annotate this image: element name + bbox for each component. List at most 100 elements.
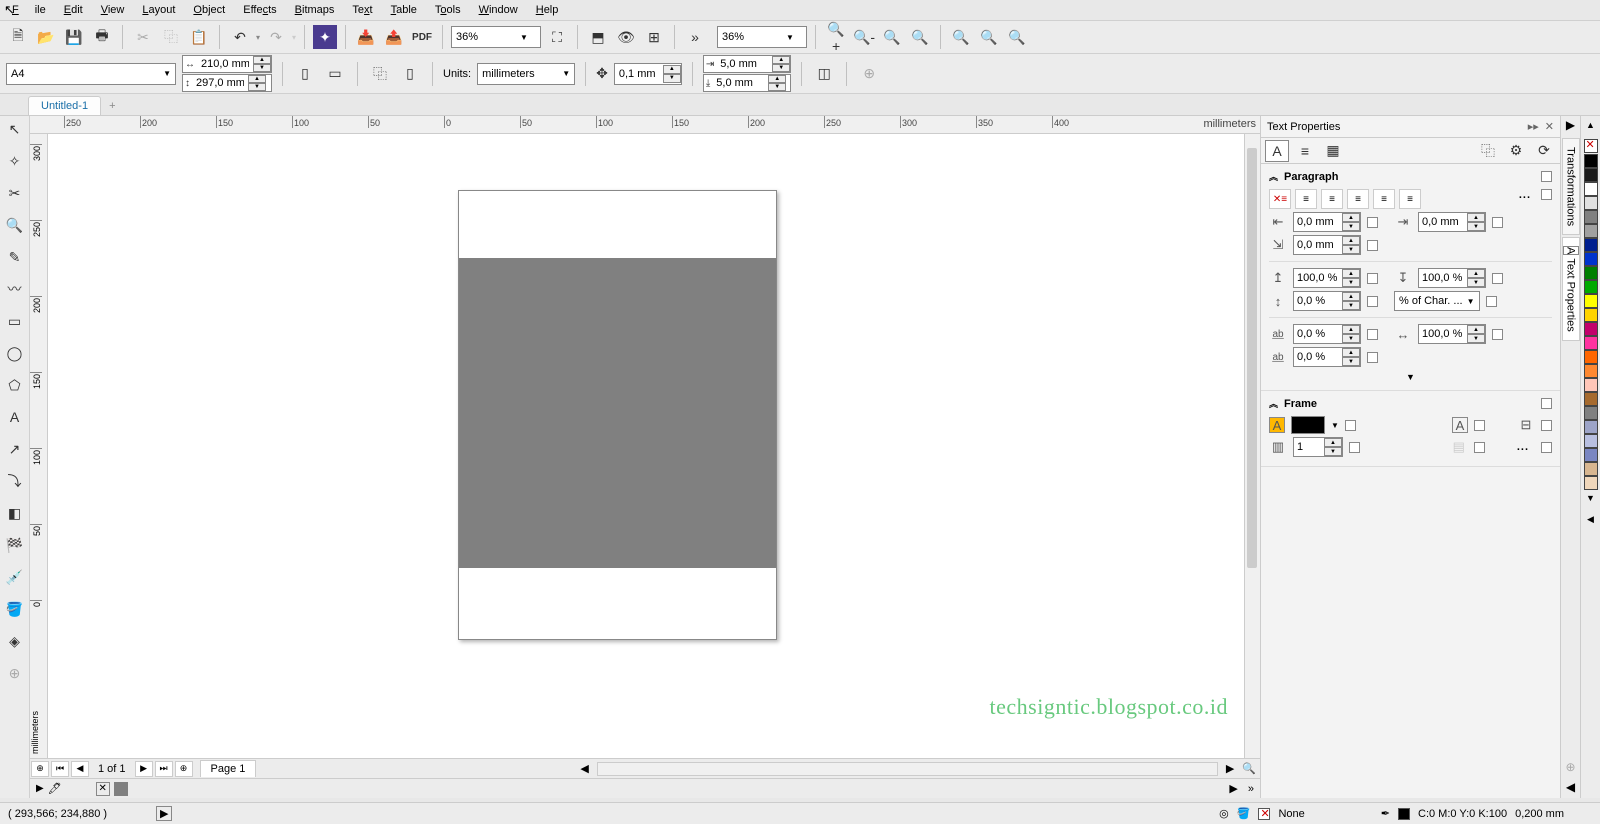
undo-button[interactable]: ↶: [228, 25, 252, 49]
guides-button[interactable]: ⊞: [642, 25, 666, 49]
hint-overflow[interactable]: »: [1248, 783, 1254, 795]
full-screen-button[interactable]: ⛶: [545, 25, 569, 49]
align-justify-button[interactable]: ≡: [1373, 189, 1395, 209]
color-swatch[interactable]: [1584, 308, 1598, 322]
play-icon[interactable]: ▶: [156, 806, 172, 821]
color-swatch[interactable]: [1584, 294, 1598, 308]
rectangle-tool[interactable]: ▭: [3, 310, 27, 332]
add-docker-icon[interactable]: ⊕: [1563, 760, 1579, 776]
align-center-button[interactable]: ≡: [1321, 189, 1343, 209]
lang-spacing-input[interactable]: ▲▼: [1293, 347, 1361, 367]
gray-fill-swatch[interactable]: [114, 782, 128, 796]
show-rulers-button[interactable]: 👁: [614, 25, 638, 49]
color-swatch[interactable]: [1584, 224, 1598, 238]
menu-layout[interactable]: Layout: [134, 2, 183, 18]
hint-scroll-right[interactable]: ▶: [1229, 782, 1237, 795]
treat-as-filled-button[interactable]: ◫: [812, 62, 836, 86]
crop-tool[interactable]: ✂: [3, 182, 27, 204]
lock-checkbox[interactable]: [1474, 420, 1485, 431]
prev-page-button[interactable]: ◀: [71, 761, 89, 777]
menu-view[interactable]: View: [93, 2, 133, 18]
collapse-icon[interactable]: ︽: [1269, 170, 1278, 183]
color-swatch[interactable]: [1584, 196, 1598, 210]
color-swatch[interactable]: [1584, 154, 1598, 168]
menu-tools[interactable]: Tools: [427, 2, 469, 18]
paper-size-combo[interactable]: A4▼: [6, 63, 176, 85]
lock-checkbox[interactable]: [1541, 442, 1552, 453]
no-fill-swatch[interactable]: ✕: [96, 782, 110, 796]
color-swatch[interactable]: [1584, 280, 1598, 294]
ellipse-tool[interactable]: ◯: [3, 342, 27, 364]
add-page-after-button[interactable]: ⊕: [175, 761, 193, 777]
color-swatch[interactable]: [1584, 392, 1598, 406]
horizontal-ruler[interactable]: millimeters 2502001501005005010015020025…: [30, 116, 1260, 134]
align-left-button[interactable]: ≡: [1295, 189, 1317, 209]
line-spacing-input[interactable]: ▲▼: [1293, 291, 1361, 311]
lock-checkbox[interactable]: [1367, 329, 1378, 340]
more-frame-button[interactable]: ...: [1517, 441, 1529, 453]
canvas[interactable]: techsigntic.blogspot.co.id: [48, 134, 1244, 758]
add-page-before-button[interactable]: ⊕: [31, 761, 49, 777]
frame-tab[interactable]: ▦: [1321, 140, 1345, 162]
hscroll-right[interactable]: ▶: [1222, 762, 1238, 775]
lock-checkbox[interactable]: [1541, 420, 1552, 431]
search-button[interactable]: ✦: [313, 25, 337, 49]
color-swatch[interactable]: [1584, 182, 1598, 196]
dock-close-button[interactable]: ✕: [1545, 120, 1554, 133]
dup-y-input[interactable]: ⤓▲▼: [703, 74, 791, 92]
nudge-input[interactable]: ▲▼: [614, 63, 682, 85]
page-width-input[interactable]: ↔▲▼: [182, 55, 272, 73]
align-right-button[interactable]: ≡: [1347, 189, 1369, 209]
align-force-justify-button[interactable]: ≡: [1399, 189, 1421, 209]
lock-checkbox[interactable]: [1367, 352, 1378, 363]
color-swatch[interactable]: [1584, 238, 1598, 252]
dup-x-input[interactable]: ⇥▲▼: [703, 55, 791, 73]
word-spacing-input[interactable]: ▲▼: [1418, 324, 1486, 344]
palette-flyout-icon[interactable]: ◀: [1583, 514, 1599, 530]
lock-checkbox[interactable]: [1345, 420, 1356, 431]
color-swatch[interactable]: [1584, 336, 1598, 350]
expand-left-icon[interactable]: ◀: [1563, 780, 1579, 796]
char-spacing-input[interactable]: ▲▼: [1293, 324, 1361, 344]
color-swatch[interactable]: [1584, 364, 1598, 378]
color-swatch[interactable]: [1584, 378, 1598, 392]
color-swatch[interactable]: [1584, 434, 1598, 448]
save-button[interactable]: 💾: [62, 25, 86, 49]
play-icon[interactable]: ▶: [36, 783, 44, 794]
navigator-icon[interactable]: 🔍: [1238, 762, 1260, 775]
menu-object[interactable]: Object: [185, 2, 233, 18]
fill-swatch[interactable]: ✕: [1258, 808, 1270, 820]
lock-checkbox[interactable]: [1492, 217, 1503, 228]
portrait-button[interactable]: ▯: [293, 62, 317, 86]
lock-checkbox[interactable]: [1474, 442, 1485, 453]
redo-button[interactable]: ↷: [264, 25, 288, 49]
interactive-fill-tool[interactable]: 🪣: [3, 598, 27, 620]
zoom-level-2[interactable]: ▼: [717, 26, 807, 48]
no-color-swatch[interactable]: [1584, 139, 1598, 153]
next-page-button[interactable]: ▶: [135, 761, 153, 777]
paste-button[interactable]: 📋: [187, 25, 211, 49]
color-swatch[interactable]: [1584, 252, 1598, 266]
color-swatch[interactable]: [1584, 448, 1598, 462]
lock-checkbox[interactable]: [1541, 171, 1552, 182]
units-combo[interactable]: millimeters▼: [477, 63, 575, 85]
transparency-tool[interactable]: 🏁: [3, 534, 27, 556]
zoom-level-1[interactable]: ▼: [451, 26, 541, 48]
import-button[interactable]: 📥: [354, 25, 378, 49]
text-properties-tab[interactable]: AText Properties: [1562, 237, 1580, 341]
connector-tool[interactable]: ⤵: [3, 470, 27, 492]
options-button[interactable]: ⊕: [857, 62, 881, 86]
left-indent-input[interactable]: ▲▼: [1293, 212, 1361, 232]
last-page-button[interactable]: ⏭: [155, 761, 173, 777]
menu-table[interactable]: Table: [383, 2, 425, 18]
menu-effects[interactable]: Effects: [235, 2, 284, 18]
zoom-out-button[interactable]: 🔍-: [852, 25, 876, 49]
palette-down-icon[interactable]: ▼: [1583, 493, 1599, 509]
eyedropper-tool[interactable]: 💉: [3, 566, 27, 588]
object-info-icon[interactable]: ◎: [1219, 807, 1229, 820]
zoom-height-button[interactable]: 🔍: [1005, 25, 1029, 49]
columns-input[interactable]: ▲▼: [1293, 437, 1343, 457]
page-tab[interactable]: Page 1: [200, 760, 257, 777]
collapse-icon[interactable]: ︽: [1269, 397, 1278, 410]
horizontal-scrollbar[interactable]: [597, 762, 1218, 776]
